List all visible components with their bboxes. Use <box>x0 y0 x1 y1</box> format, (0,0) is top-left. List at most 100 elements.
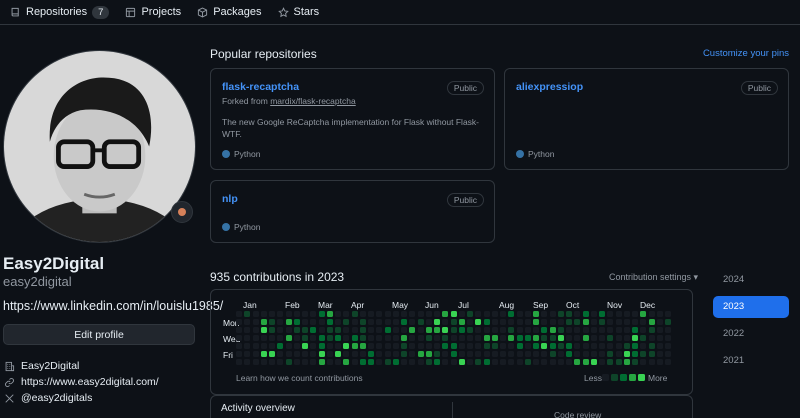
contribution-day-cell[interactable] <box>392 351 399 357</box>
contribution-day-cell[interactable] <box>615 327 622 333</box>
contribution-day-cell[interactable] <box>590 343 597 349</box>
contribution-day-cell[interactable] <box>293 327 300 333</box>
contribution-day-cell[interactable] <box>582 327 589 333</box>
contribution-day-cell[interactable] <box>409 327 416 333</box>
contribution-day-cell[interactable] <box>236 319 242 325</box>
contribution-day-cell[interactable] <box>285 327 292 333</box>
contribution-day-cell[interactable] <box>376 319 383 325</box>
contribution-day-cell[interactable] <box>351 343 358 349</box>
contribution-day-cell[interactable] <box>648 351 655 357</box>
contribution-day-cell[interactable] <box>615 343 622 349</box>
contribution-day-cell[interactable] <box>557 311 564 317</box>
contribution-day-cell[interactable] <box>260 351 267 357</box>
contribution-day-cell[interactable] <box>335 327 341 333</box>
contribution-day-cell[interactable] <box>351 319 358 325</box>
contribution-day-cell[interactable] <box>417 351 424 357</box>
contribution-day-cell[interactable] <box>343 335 350 341</box>
contribution-day-cell[interactable] <box>516 359 523 365</box>
contribution-day-cell[interactable] <box>458 319 465 325</box>
contribution-day-cell[interactable] <box>409 311 416 317</box>
contribution-day-cell[interactable] <box>500 335 506 341</box>
contribution-day-cell[interactable] <box>549 359 556 365</box>
contribution-day-cell[interactable] <box>524 311 531 317</box>
contribution-day-cell[interactable] <box>475 327 482 333</box>
contribution-day-cell[interactable] <box>318 343 325 349</box>
contribution-day-cell[interactable] <box>368 311 374 317</box>
contribution-day-cell[interactable] <box>302 359 308 365</box>
contribution-day-cell[interactable] <box>516 351 523 357</box>
contribution-day-cell[interactable] <box>326 351 333 357</box>
contribution-day-cell[interactable] <box>310 319 317 325</box>
contribution-day-cell[interactable] <box>368 359 374 365</box>
contribution-day-cell[interactable] <box>326 343 333 349</box>
contribution-day-cell[interactable] <box>656 351 663 357</box>
contribution-day-cell[interactable] <box>582 343 589 349</box>
contribution-day-cell[interactable] <box>401 359 407 365</box>
contribution-day-cell[interactable] <box>335 351 341 357</box>
contribution-day-cell[interactable] <box>425 343 432 349</box>
contribution-day-cell[interactable] <box>500 319 506 325</box>
contribution-day-cell[interactable] <box>623 359 630 365</box>
social-handle-link[interactable]: @easy2digitals <box>21 392 92 404</box>
contribution-day-cell[interactable] <box>516 327 523 333</box>
contribution-day-cell[interactable] <box>277 351 284 357</box>
contribution-day-cell[interactable] <box>318 335 325 341</box>
contribution-day-cell[interactable] <box>590 327 597 333</box>
status-emoji-button[interactable] <box>171 201 193 223</box>
contribution-day-cell[interactable] <box>236 335 242 341</box>
contribution-day-cell[interactable] <box>615 335 622 341</box>
contribution-day-cell[interactable] <box>632 343 638 349</box>
contribution-day-cell[interactable] <box>401 343 407 349</box>
contribution-day-cell[interactable] <box>277 327 284 333</box>
contribution-day-cell[interactable] <box>368 343 374 349</box>
contribution-day-cell[interactable] <box>335 311 341 317</box>
contribution-day-cell[interactable] <box>417 311 424 317</box>
contribution-day-cell[interactable] <box>359 335 366 341</box>
contribution-day-cell[interactable] <box>244 343 251 349</box>
contribution-day-cell[interactable] <box>310 351 317 357</box>
contribution-day-cell[interactable] <box>293 351 300 357</box>
contribution-day-cell[interactable] <box>277 319 284 325</box>
tab-repositories[interactable]: Repositories 7 <box>10 0 110 25</box>
contribution-day-cell[interactable] <box>491 311 498 317</box>
contribution-day-cell[interactable] <box>574 327 581 333</box>
contribution-day-cell[interactable] <box>409 351 416 357</box>
contribution-day-cell[interactable] <box>442 319 449 325</box>
contribution-day-cell[interactable] <box>475 335 482 341</box>
contribution-day-cell[interactable] <box>656 343 663 349</box>
contribution-day-cell[interactable] <box>318 327 325 333</box>
contribution-day-cell[interactable] <box>293 359 300 365</box>
contribution-day-cell[interactable] <box>450 351 457 357</box>
contribution-day-cell[interactable] <box>574 335 581 341</box>
contribution-day-cell[interactable] <box>582 351 589 357</box>
contribution-day-cell[interactable] <box>351 311 358 317</box>
contribution-day-cell[interactable] <box>442 311 449 317</box>
contribution-day-cell[interactable] <box>640 351 647 357</box>
contribution-day-cell[interactable] <box>632 359 638 365</box>
contribution-day-cell[interactable] <box>524 327 531 333</box>
contribution-day-cell[interactable] <box>557 351 564 357</box>
contribution-day-cell[interactable] <box>475 343 482 349</box>
edit-profile-button[interactable]: Edit profile <box>3 324 195 345</box>
contribution-day-cell[interactable] <box>516 311 523 317</box>
contribution-day-cell[interactable] <box>269 311 275 317</box>
contribution-day-cell[interactable] <box>656 327 663 333</box>
contribution-day-cell[interactable] <box>508 351 515 357</box>
contribution-day-cell[interactable] <box>607 327 614 333</box>
contribution-day-cell[interactable] <box>293 343 300 349</box>
contribution-day-cell[interactable] <box>640 335 647 341</box>
contribution-day-cell[interactable] <box>541 311 548 317</box>
contribution-day-cell[interactable] <box>417 327 424 333</box>
contribution-day-cell[interactable] <box>574 319 581 325</box>
contribution-day-cell[interactable] <box>541 343 548 349</box>
contribution-day-cell[interactable] <box>368 327 374 333</box>
contribution-day-cell[interactable] <box>326 327 333 333</box>
contribution-day-cell[interactable] <box>409 359 416 365</box>
contribution-day-cell[interactable] <box>442 335 449 341</box>
contribution-day-cell[interactable] <box>384 327 391 333</box>
contribution-day-cell[interactable] <box>434 351 440 357</box>
contribution-day-cell[interactable] <box>293 335 300 341</box>
contribution-day-cell[interactable] <box>516 319 523 325</box>
contribution-day-cell[interactable] <box>392 335 399 341</box>
contribution-day-cell[interactable] <box>244 335 251 341</box>
